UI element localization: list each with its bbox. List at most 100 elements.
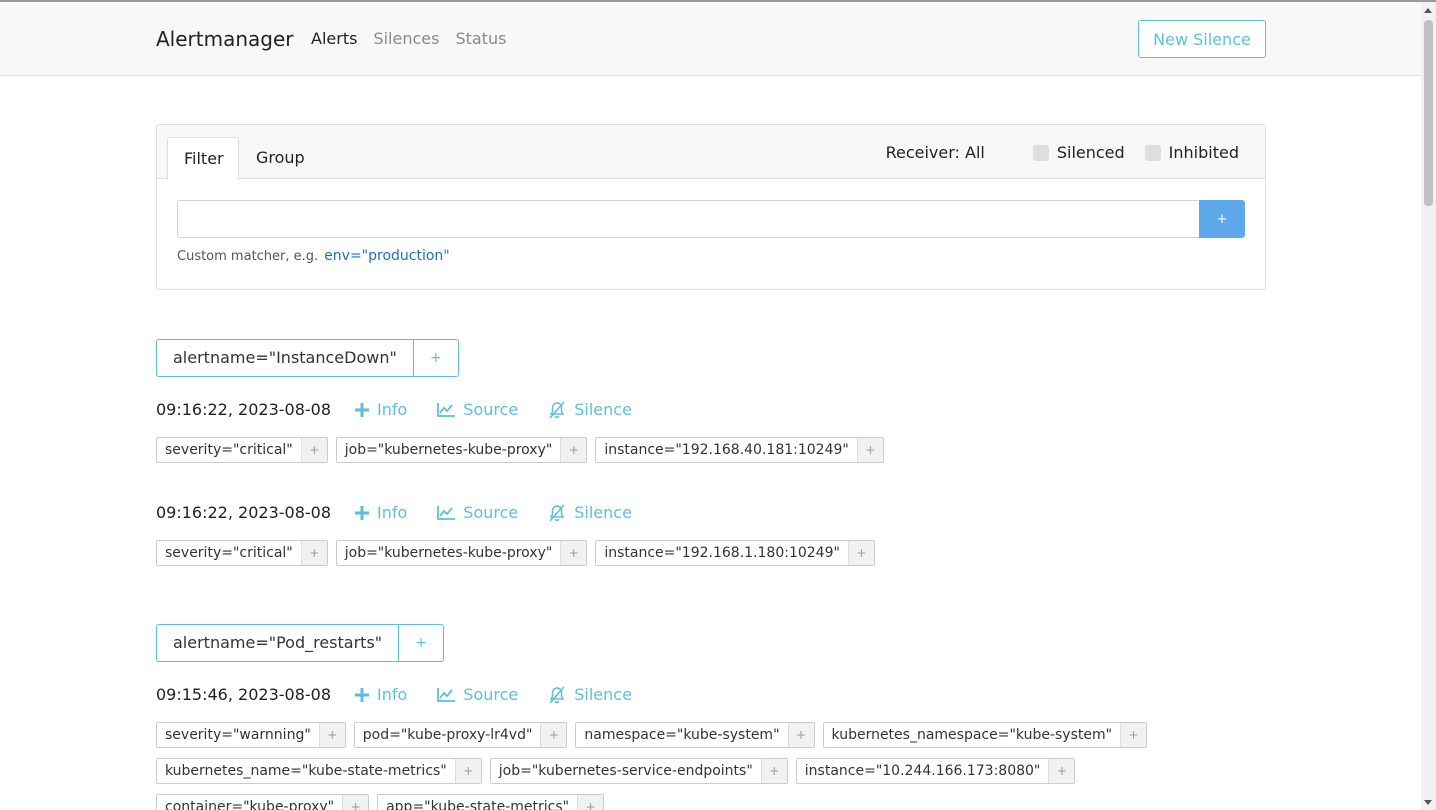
label-chip-text[interactable]: app="kube-state-metrics" — [378, 795, 577, 810]
alert-time: 09:16:22, 2023-08-08 — [156, 400, 332, 419]
label-chip-text[interactable]: severity="warnning" — [157, 723, 319, 747]
inhibited-label: Inhibited — [1168, 143, 1239, 162]
label-chip-text[interactable]: job="kubernetes-kube-proxy" — [337, 541, 561, 565]
chart-line-icon — [437, 506, 456, 520]
info-label: Info — [377, 503, 408, 522]
label-chip-add[interactable]: + — [560, 438, 587, 462]
label-chip-add[interactable]: + — [540, 723, 567, 747]
label-chip: instance="10.244.166.173:8080" + — [795, 758, 1076, 784]
label-chip-add[interactable]: + — [760, 759, 787, 783]
label-chip-text[interactable]: container="kube-proxy" — [157, 795, 342, 810]
label-chip-text[interactable]: job="kubernetes-service-endpoints" — [491, 759, 761, 783]
receiver-select[interactable]: Receiver: All — [886, 143, 985, 163]
label-chip-add[interactable]: + — [787, 723, 814, 747]
bell-slash-icon — [549, 401, 565, 419]
silence-button[interactable]: Silence — [548, 502, 632, 524]
plus-icon — [355, 403, 370, 417]
label-chip-text[interactable]: kubernetes_name="kube-state-metrics" — [157, 759, 455, 783]
alert-row: 09:15:46, 2023-08-08 Info Source Silence — [156, 684, 662, 706]
inhibited-checkbox-box[interactable] — [1144, 145, 1161, 161]
silence-button[interactable]: Silence — [548, 399, 632, 421]
info-button[interactable]: Info — [355, 684, 407, 706]
label-chip-add[interactable]: + — [300, 541, 327, 565]
silence-label: Silence — [574, 503, 632, 522]
info-button[interactable]: Info — [355, 399, 407, 421]
label-chip-text[interactable]: instance="192.168.1.180:10249" — [596, 541, 848, 565]
tab-filter[interactable]: Filter — [167, 137, 239, 180]
label-chip: kubernetes_namespace="kube-system" + — [822, 722, 1148, 748]
nav-link-silences[interactable]: Silences — [373, 29, 439, 49]
label-chip: instance="192.168.1.180:10249" + — [595, 540, 875, 566]
chart-line-icon — [437, 688, 456, 702]
page-scrollbar[interactable] — [1421, 2, 1436, 810]
silenced-checkbox[interactable]: Silenced — [1032, 143, 1125, 163]
label-chip: severity="critical" + — [156, 437, 328, 463]
header-controls: Receiver: All Silenced Inhibited — [886, 143, 1239, 163]
label-chip-add[interactable]: + — [577, 795, 604, 810]
nav-link-alerts[interactable]: Alerts — [311, 29, 357, 49]
group-label-text[interactable]: alertname="Pod_restarts" — [157, 625, 400, 661]
nav-links: Alerts Silences Status — [311, 29, 506, 49]
nav-link-status[interactable]: Status — [455, 29, 506, 49]
label-chip: container="kube-proxy" + — [156, 794, 370, 810]
label-chip-text[interactable]: severity="critical" — [157, 541, 301, 565]
label-chip-add[interactable]: + — [856, 438, 883, 462]
source-button[interactable]: Source — [437, 684, 518, 706]
label-chip-add[interactable]: + — [454, 759, 481, 783]
label-chip: kubernetes_name="kube-state-metrics" + — [156, 758, 482, 784]
label-chip-text[interactable]: job="kubernetes-kube-proxy" — [337, 438, 561, 462]
group-label-text[interactable]: alertname="InstanceDown" — [157, 340, 414, 376]
label-chip-add[interactable]: + — [300, 438, 327, 462]
filter-card-header: Filter Group Receiver: All Silenced Inhi… — [157, 125, 1265, 180]
label-chip: job="kubernetes-kube-proxy" + — [335, 540, 588, 566]
silenced-checkbox-box[interactable] — [1032, 145, 1049, 161]
label-chip: job="kubernetes-kube-proxy" + — [335, 437, 588, 463]
label-chip: severity="critical" + — [156, 540, 328, 566]
alert-labels: severity="critical" + job="kubernetes-kub… — [156, 540, 1266, 566]
silence-label: Silence — [574, 685, 632, 704]
alert-labels: severity="warnning" + pod="kube-proxy-lr4… — [156, 722, 1266, 810]
new-silence-button[interactable]: New Silence — [1138, 20, 1266, 58]
label-chip-text[interactable]: severity="critical" — [157, 438, 301, 462]
group-label: alertname="InstanceDown" + — [156, 339, 459, 377]
matcher-hint-example[interactable]: env="production" — [324, 248, 450, 264]
matcher-hint: Custom matcher, e.g. env="production" — [177, 247, 450, 266]
source-button[interactable]: Source — [437, 399, 518, 421]
group-label: alertname="Pod_restarts" + — [156, 624, 445, 662]
scroll-up-arrow-icon[interactable] — [1424, 8, 1432, 13]
group-add-button[interactable]: + — [399, 625, 443, 661]
label-chip-text[interactable]: kubernetes_namespace="kube-system" — [824, 723, 1121, 747]
add-filter-button[interactable]: + — [1199, 200, 1245, 238]
label-chip: pod="kube-proxy-lr4vd" + — [353, 722, 568, 748]
alert-time: 09:16:22, 2023-08-08 — [156, 503, 332, 522]
label-chip-add[interactable]: + — [342, 795, 369, 810]
label-chip-add[interactable]: + — [318, 723, 345, 747]
brand[interactable]: Alertmanager — [156, 26, 294, 52]
label-chip-text[interactable]: pod="kube-proxy-lr4vd" — [355, 723, 541, 747]
matcher-hint-text: Custom matcher, e.g. — [177, 249, 319, 264]
silence-button[interactable]: Silence — [548, 684, 632, 706]
info-label: Info — [377, 685, 408, 704]
label-chip: instance="192.168.40.181:10249" + — [595, 437, 884, 463]
label-chip-text[interactable]: namespace="kube-system" — [576, 723, 787, 747]
alert-time: 09:15:46, 2023-08-08 — [156, 685, 332, 704]
inhibited-checkbox[interactable]: Inhibited — [1144, 143, 1239, 163]
source-button[interactable]: Source — [437, 502, 518, 524]
label-chip-text[interactable]: instance="192.168.40.181:10249" — [596, 438, 857, 462]
label-chip-add[interactable]: + — [1048, 759, 1075, 783]
scroll-thumb[interactable] — [1424, 20, 1433, 206]
label-chip-add[interactable]: + — [847, 541, 874, 565]
source-label: Source — [463, 503, 519, 522]
scroll-down-arrow-icon[interactable] — [1424, 800, 1432, 805]
filter-input[interactable] — [177, 200, 1200, 238]
info-button[interactable]: Info — [355, 502, 407, 524]
tab-group[interactable]: Group — [240, 137, 321, 179]
alert-row: 09:16:22, 2023-08-08 Info Source Silence — [156, 502, 662, 524]
label-chip-add[interactable]: + — [1120, 723, 1147, 747]
plus-icon — [355, 506, 370, 520]
filter-card: Filter Group Receiver: All Silenced Inhi… — [156, 124, 1266, 290]
chart-line-icon — [437, 403, 456, 417]
group-add-button[interactable]: + — [414, 340, 458, 376]
label-chip-add[interactable]: + — [560, 541, 587, 565]
label-chip-text[interactable]: instance="10.244.166.173:8080" — [797, 759, 1049, 783]
